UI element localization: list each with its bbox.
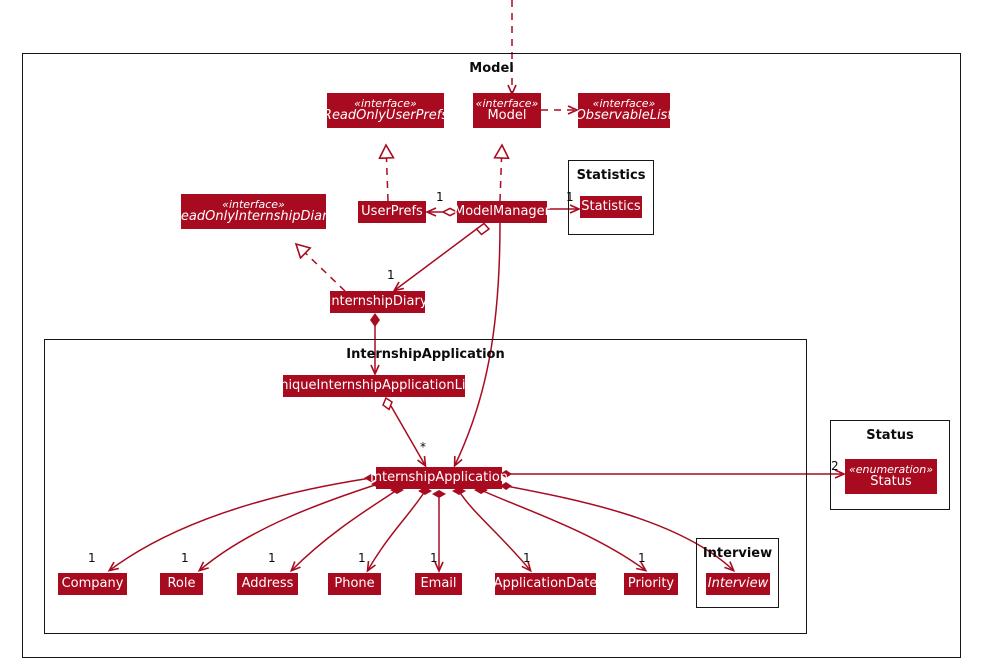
class-name-role: Role xyxy=(167,575,196,591)
class-box-uniquelist[interactable]: UniqueInternshipApplicationList xyxy=(271,375,477,397)
class-name-interview_cls: Interview xyxy=(707,575,769,591)
class-name-model_iface: Model xyxy=(487,108,527,124)
class-box-userprefs[interactable]: UserPrefs xyxy=(358,201,426,223)
class-name-priority: Priority xyxy=(627,575,675,591)
package-title-model: Model xyxy=(469,61,514,76)
package-title-internship_application: InternshipApplication xyxy=(346,347,505,362)
multiplicity-m-status: 2 xyxy=(831,459,839,473)
class-name-address: Address xyxy=(241,575,294,591)
class-name-status_enum: Status xyxy=(870,474,912,490)
class-name-readonlyinternshipdiary: ReadOnlyInternshipDiary xyxy=(171,209,336,225)
class-name-internshipapplication: InternshipApplication xyxy=(369,469,509,485)
class-box-phone[interactable]: Phone xyxy=(328,573,381,595)
class-box-status_enum[interactable]: «enumeration» Status xyxy=(845,459,937,494)
class-name-observablelist: ObservableList xyxy=(575,108,673,124)
multiplicity-m-statistics: 1 xyxy=(566,190,574,204)
class-name-modelmanager: ModelManager xyxy=(454,203,551,219)
multiplicity-m-internshipdiary: 1 xyxy=(387,268,395,282)
class-name-userprefs: UserPrefs xyxy=(361,203,423,219)
class-name-uniquelist: UniqueInternshipApplicationList xyxy=(270,377,478,393)
class-name-email: Email xyxy=(420,575,457,591)
multiplicity-m-uniquelist: * xyxy=(420,440,426,454)
multiplicity-m-priority: 1 xyxy=(638,551,646,565)
class-box-internshipapplication[interactable]: InternshipApplication xyxy=(370,467,508,489)
multiplicity-m-role: 1 xyxy=(181,551,189,565)
class-box-modelmanager[interactable]: ModelManager xyxy=(454,201,551,223)
package-title-interview: Interview xyxy=(702,546,773,561)
package-title-statistics: Statistics xyxy=(576,168,646,183)
class-name-readonlyuserprefs: ReadOnlyUserPrefs xyxy=(322,108,449,124)
class-box-company[interactable]: Company xyxy=(58,573,127,595)
class-box-readonlyuserprefs[interactable]: «interface» ReadOnlyUserPrefs xyxy=(323,93,448,128)
multiplicity-m-address: 1 xyxy=(268,551,276,565)
class-name-company: Company xyxy=(61,575,124,591)
class-name-internshipdiary: InternshipDiary xyxy=(327,293,428,309)
class-box-address[interactable]: Address xyxy=(237,573,298,595)
class-box-observablelist[interactable]: «interface» ObservableList xyxy=(575,93,673,128)
multiplicity-m-email: 1 xyxy=(430,551,438,565)
class-box-interview_cls[interactable]: Interview xyxy=(706,573,770,595)
class-box-model_iface[interactable]: «interface» Model xyxy=(473,93,541,128)
class-box-priority[interactable]: Priority xyxy=(624,573,678,595)
multiplicity-m-applicationdate: 1 xyxy=(523,551,531,565)
multiplicity-m-phone: 1 xyxy=(358,551,366,565)
class-name-statistics_cls: Statistics xyxy=(581,198,641,214)
class-box-role[interactable]: Role xyxy=(160,573,203,595)
class-box-readonlyinternshipdiary[interactable]: «interface» ReadOnlyInternshipDiary xyxy=(172,194,335,229)
multiplicity-m-userprefs: 1 xyxy=(436,190,444,204)
package-title-status: Status xyxy=(866,428,914,443)
class-box-applicationdate[interactable]: ApplicationDate xyxy=(493,573,598,595)
class-box-statistics_cls[interactable]: Statistics xyxy=(580,196,642,218)
class-name-phone: Phone xyxy=(334,575,375,591)
class-box-email[interactable]: Email xyxy=(415,573,462,595)
multiplicity-m-company: 1 xyxy=(88,551,96,565)
class-box-internshipdiary[interactable]: InternshipDiary xyxy=(327,291,428,313)
class-diagram-canvas: Model Statistics InternshipApplication Stat… xyxy=(0,0,983,671)
class-name-applicationdate: ApplicationDate xyxy=(493,575,598,591)
